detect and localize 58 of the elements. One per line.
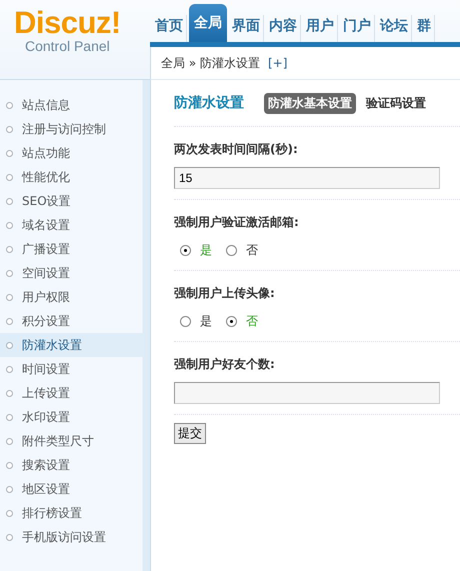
sidebar-item[interactable]: 站点功能 xyxy=(0,141,144,165)
sidebar-item[interactable]: 上传设置 xyxy=(0,381,144,405)
radio-button[interactable] xyxy=(180,244,191,256)
field-label: 强制用户验证激活邮箱: xyxy=(174,214,300,231)
sidebar-item[interactable]: 水印设置 xyxy=(0,405,144,429)
bullet-icon xyxy=(6,486,13,492)
bullet-icon xyxy=(6,342,13,348)
bullet-icon xyxy=(6,438,13,444)
sidebar-item[interactable]: 积分设置 xyxy=(0,309,144,333)
sub-tab[interactable]: 验证码设置 xyxy=(362,92,430,114)
field-label: 强制用户好友个数: xyxy=(174,356,276,373)
sidebar-item[interactable]: 空间设置 xyxy=(0,261,144,285)
field-label: 两次发表时间间隔(秒): xyxy=(174,141,299,158)
bullet-icon xyxy=(6,390,13,396)
sub-tab[interactable]: 防灌水基本设置 xyxy=(264,92,356,114)
bullet-icon xyxy=(6,246,13,252)
page-title: 防灌水设置 xyxy=(174,94,244,112)
bullet-icon xyxy=(6,222,13,228)
bullet-icon xyxy=(6,294,13,300)
sidebar-item[interactable]: 时间设置 xyxy=(0,357,144,381)
bullet-icon xyxy=(6,198,13,204)
sidebar-item[interactable]: 性能优化 xyxy=(0,165,144,189)
sidebar-item[interactable]: SEO设置 xyxy=(0,189,144,213)
sidebar-item[interactable]: 注册与访问控制 xyxy=(0,117,144,141)
sidebar-item[interactable]: 搜索设置 xyxy=(0,453,144,477)
bullet-icon xyxy=(6,270,13,276)
breadcrumb: 全局 » 防灌水设置 xyxy=(161,54,260,72)
bullet-icon xyxy=(6,102,13,108)
bullet-icon xyxy=(6,534,13,540)
radio-button[interactable] xyxy=(226,244,237,256)
sidebar-item[interactable]: 域名设置 xyxy=(0,213,144,237)
field-label: 强制用户上传头像: xyxy=(174,285,276,302)
bullet-icon xyxy=(6,462,13,468)
input-field[interactable]: 15 xyxy=(174,167,440,189)
sidebar-item[interactable]: 手机版访问设置 xyxy=(0,525,144,549)
bullet-icon xyxy=(6,126,13,132)
add-link[interactable]: [+] xyxy=(268,56,288,70)
radio-button[interactable] xyxy=(180,316,191,326)
input-field[interactable] xyxy=(174,382,440,404)
sidebar-item[interactable]: 地区设置 xyxy=(0,477,144,501)
sidebar-item[interactable]: 附件类型尺寸 xyxy=(0,429,144,453)
logo: Discuz! Control Panel xyxy=(14,8,121,54)
bullet-icon xyxy=(6,318,13,324)
sidebar-item[interactable]: 防灌水设置 xyxy=(0,333,144,357)
bullet-icon xyxy=(6,150,13,156)
sidebar-item[interactable]: 用户权限 xyxy=(0,285,144,309)
submit-button[interactable]: 提交 xyxy=(174,423,206,444)
sidebar-item[interactable]: 排行榜设置 xyxy=(0,501,144,525)
bullet-icon xyxy=(6,174,13,180)
bullet-icon xyxy=(6,510,13,516)
radio-option[interactable]: 否 xyxy=(226,242,258,258)
bullet-icon xyxy=(6,414,13,420)
sidebar-item[interactable]: 广播设置 xyxy=(0,237,144,261)
nav-tab[interactable]: 全局 xyxy=(189,4,227,42)
radio-button[interactable] xyxy=(226,316,237,326)
bullet-icon xyxy=(6,366,13,372)
radio-option[interactable]: 是 xyxy=(180,312,212,330)
sidebar-item[interactable]: 站点信息 xyxy=(0,93,144,117)
